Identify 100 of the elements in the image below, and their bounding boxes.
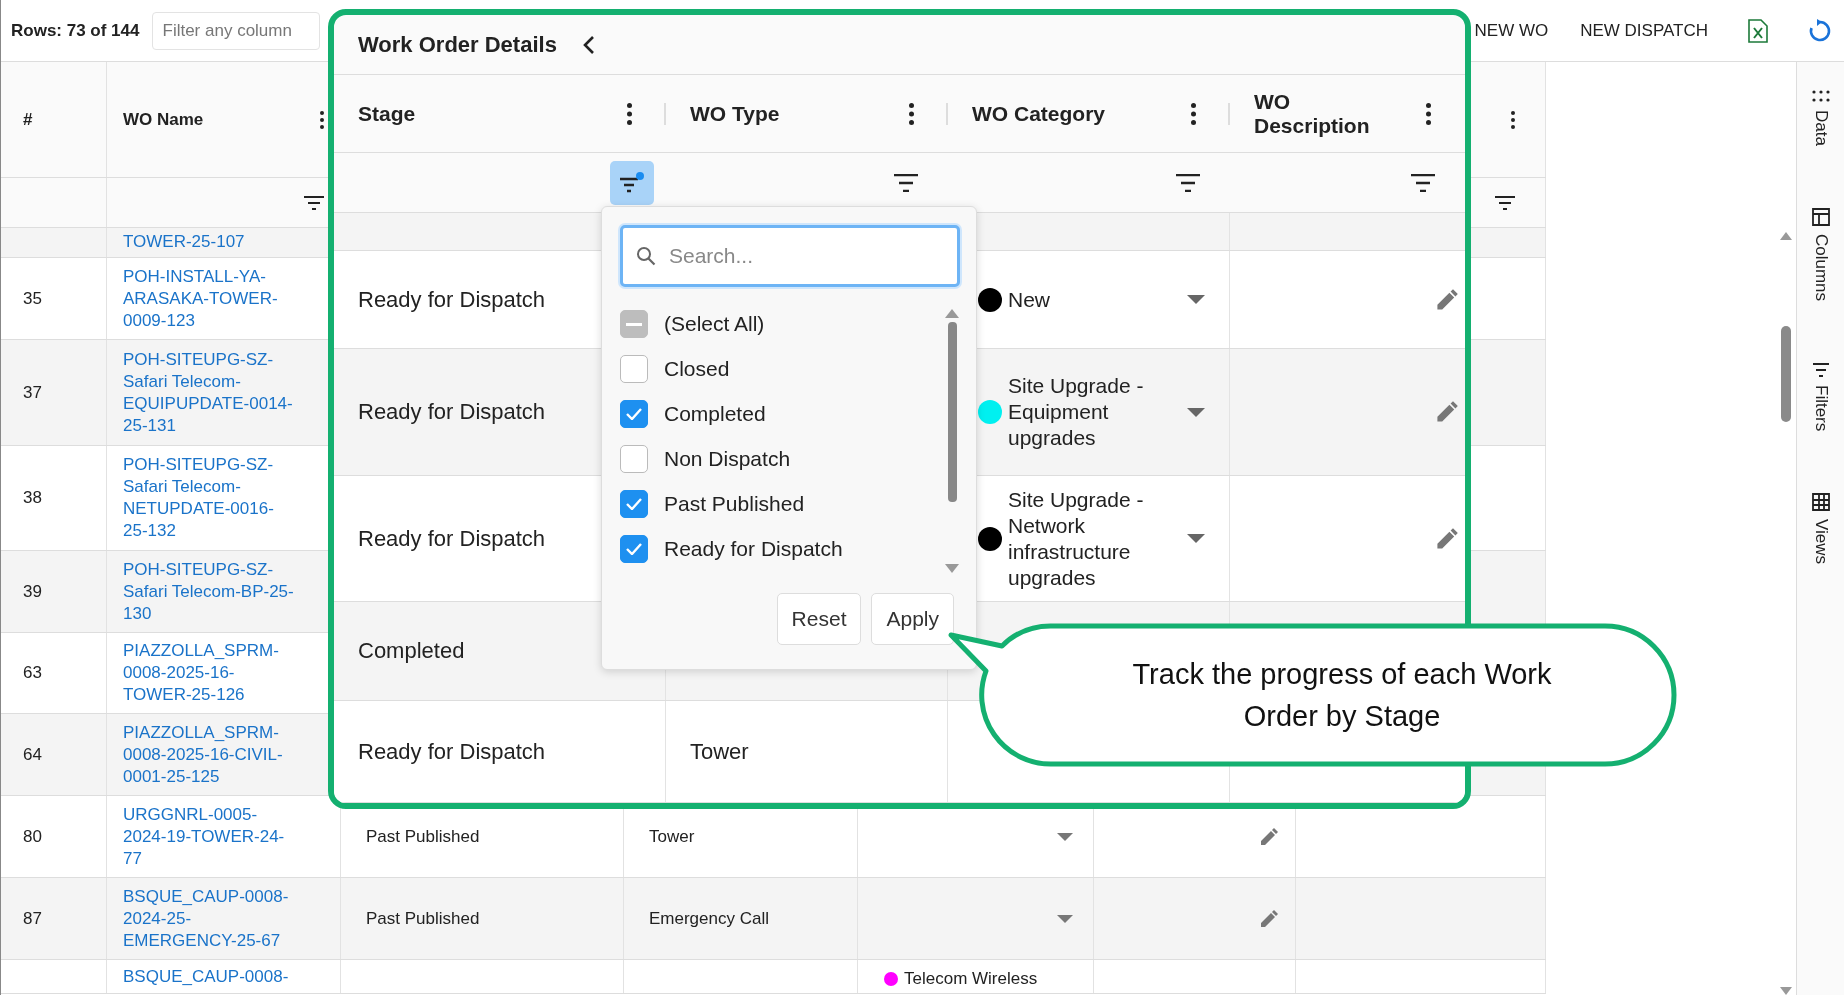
column-header[interactable]: WO Description [1254,89,1384,138]
scroll-up-icon[interactable] [1780,232,1792,240]
stage-text: Completed [358,638,465,664]
category-text: Telecom Wireless [904,968,1039,990]
stage-text: Past Published [366,908,480,929]
row-number: 63 [23,663,42,683]
side-panel-tab[interactable]: Views [1810,493,1831,565]
action-link[interactable]: NEW WO [1472,16,1551,45]
filter-icon [894,173,918,192]
wo-name-link[interactable]: POH-SITEUPG-SZ-Safari Telecom-NETUPDATE-0016-25-132 [123,454,298,542]
edit-icon[interactable] [1435,400,1459,424]
checkbox[interactable] [620,310,648,338]
category-text: Site Upgrade - Network infrastructure upgrades [1008,486,1145,591]
edit-icon[interactable] [1259,908,1279,929]
wo-name-link[interactable]: PIAZZOLLA_SPRM-0008-2025-16-CIVIL-0001-25-125 [123,721,298,788]
wo-name-link[interactable]: URGGNRL-0005-2024-19-TOWER-24-77 [123,803,298,870]
row-number: 87 [23,908,42,929]
option-label: Non Dispatch [664,447,791,471]
row-number: 37 [23,382,42,403]
scroll-down-icon[interactable] [1780,987,1792,995]
filter-icon[interactable] [304,195,324,210]
columns-icon [1811,207,1830,226]
category-text: Site Upgrade - Equipment upgrades [1008,373,1145,451]
wo-name-link[interactable]: POH-INSTALL-YA-ARASAKA-TOWER-0009-123 [123,265,298,332]
dropdown-caret-icon[interactable] [1057,832,1073,841]
row-number: 35 [23,288,42,309]
row-number: 39 [23,581,42,602]
side-panel-tab[interactable]: Filters [1810,363,1831,432]
wo-name-link[interactable]: PIAZZOLLA_SPRM-0008-2025-16-TOWER-25-126 [123,640,298,706]
refresh-icon[interactable] [1808,18,1832,43]
edit-icon[interactable] [1435,526,1459,551]
filter-icon [1811,363,1830,377]
panel-title: Work Order Details [358,31,557,58]
reset-button[interactable]: Reset [776,593,862,645]
row-number: 80 [23,826,42,847]
wo-name-link[interactable]: POH-SITEUPG-SZ-Safari Telecom-EQUIPUPDATE-0014-25-131 [123,348,298,437]
action-link[interactable]: NEW DISPATCH [1578,16,1710,45]
row-count: Rows: 73 of 144 [11,20,140,41]
side-panel-tab[interactable]: Data [1810,90,1831,146]
scrollbar-thumb[interactable] [1781,326,1791,422]
wo-name-link[interactable]: BSQUE_CAUP-0008- [123,966,298,988]
option-label: Completed [664,402,766,426]
column-header[interactable]: WO Type [690,101,780,126]
search-field[interactable]: Search... [620,225,960,287]
column-header[interactable]: WO Name [123,109,204,130]
checkbox[interactable] [620,445,648,473]
more-icon[interactable] [1511,110,1515,129]
wo-name-link[interactable]: POH-SITEUPG-SZ-Safari Telecom-BP-25-130 [123,558,298,625]
type-text: Emergency Call [649,908,769,929]
filter-button[interactable] [610,160,654,205]
chevron-left-icon[interactable] [582,34,595,55]
check-icon [626,408,642,420]
wo-name-link[interactable]: TOWER-25-107 [123,231,298,253]
edit-icon[interactable] [1435,287,1459,312]
filter-icon [619,171,645,194]
scrollbar-thumb[interactable] [947,322,957,502]
spreadsheet-icon[interactable] [1748,18,1768,43]
dropdown-caret-icon[interactable] [1187,534,1205,543]
more-icon[interactable] [320,110,324,129]
wo-name-link[interactable]: BSQUE_CAUP-0008-2024-25-EMERGENCY-25-67 [123,885,298,952]
option-label: Closed [664,357,730,381]
apply-button[interactable]: Apply [871,593,954,645]
more-icon[interactable] [909,102,914,125]
column-header[interactable]: WO Category [972,101,1105,126]
option-label: Past Published [664,492,805,516]
stage-text: Ready for Dispatch [358,525,546,552]
checkbox[interactable] [620,400,648,428]
filter-icon[interactable] [1495,195,1515,210]
column-header[interactable]: Stage [358,101,416,126]
more-icon[interactable] [627,102,632,125]
filter-field[interactable]: Filter any column [151,11,320,50]
side-panel-tab[interactable]: Columns [1810,207,1831,301]
scroll-up-icon[interactable] [945,309,959,318]
dropdown-caret-icon[interactable] [1187,295,1205,304]
category-text: New [1008,286,1051,313]
checkbox[interactable] [620,535,648,563]
type-text: Tower [649,826,695,847]
table-icon [1811,493,1830,512]
check-icon [626,498,642,510]
stage-text: Past Published [366,826,480,847]
edit-icon[interactable] [1259,826,1279,847]
checkbox[interactable] [620,355,648,383]
stage-text: Ready for Dispatch [358,399,546,425]
check-icon [626,543,642,555]
type-text: Tower [690,738,749,765]
column-header[interactable]: # [23,109,33,130]
grip-icon [1811,90,1830,102]
dropdown-caret-icon[interactable] [1187,407,1205,417]
filter-icon [1176,173,1200,192]
stage-text: Ready for Dispatch [358,738,546,765]
filter-icon [1411,173,1435,192]
callout-text: Track the progress of each Work Order by Stage [1131,657,1553,734]
scroll-down-icon[interactable] [945,564,959,573]
checkbox[interactable] [620,490,648,518]
row-number: 38 [23,488,42,508]
more-icon[interactable] [1426,102,1431,125]
option-label: Ready for Dispatch [664,537,843,561]
stage-text: Ready for Dispatch [358,286,546,313]
more-icon[interactable] [1191,102,1196,125]
dropdown-caret-icon[interactable] [1057,914,1073,923]
